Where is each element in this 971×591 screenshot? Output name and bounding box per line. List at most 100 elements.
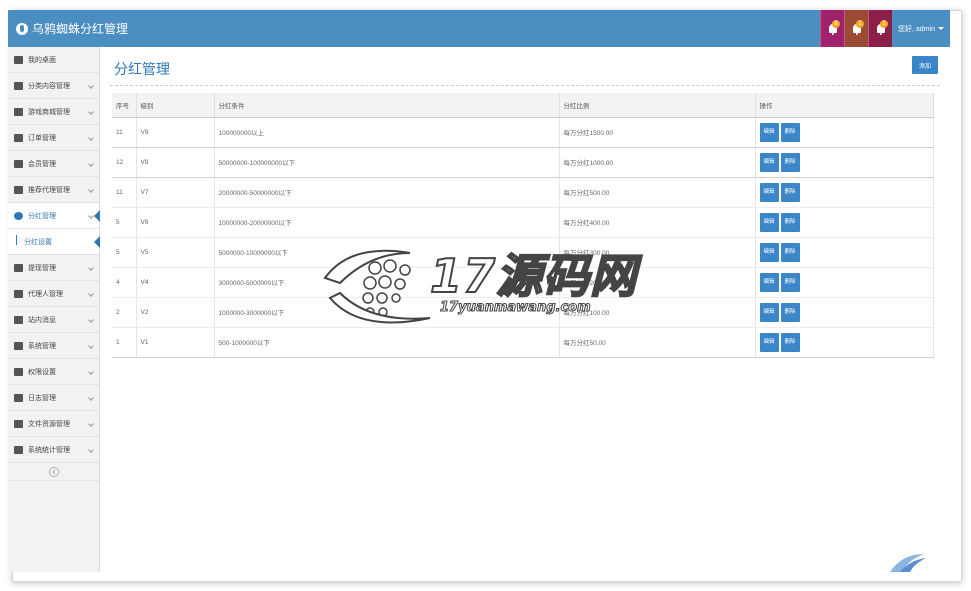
app-title: 乌鸦蜘蛛分红管理 xyxy=(32,22,129,36)
delete-button[interactable]: 删除 xyxy=(780,122,800,142)
sidebar-item-proxy[interactable]: 代理人管理 xyxy=(8,281,99,307)
table-row: 11 V7 20000000-50000000以下 每万分红500.00 编辑删… xyxy=(112,177,934,208)
file-icon xyxy=(14,419,23,428)
sidebar-item-files[interactable]: 文件资源管理 xyxy=(8,411,99,437)
cell-id: 12 xyxy=(112,147,137,178)
chevron-down-icon xyxy=(88,317,94,323)
edit-button[interactable]: 编辑 xyxy=(759,212,779,232)
sidebar-item-logs[interactable]: 日志管理 xyxy=(8,385,99,411)
edit-button[interactable]: 编辑 xyxy=(759,302,779,322)
sidebar-item-withdraw[interactable]: 提现管理 xyxy=(8,255,99,281)
logo-icon xyxy=(16,22,28,35)
globe-icon xyxy=(14,211,23,220)
sidebar-item-category[interactable]: 分类内容管理 xyxy=(8,73,99,99)
delete-button[interactable]: 删除 xyxy=(780,212,800,232)
gamepad-icon xyxy=(14,107,23,116)
sidebar-item-label: 站内消息 xyxy=(28,316,56,324)
sidebar-item-label: 订单管理 xyxy=(28,134,56,142)
cell-actions: 编辑 删除 xyxy=(755,237,934,268)
clock-icon xyxy=(14,263,23,272)
sidebar-item-label: 分红管理 xyxy=(28,212,56,220)
table-header-row: 序号 级别 分红条件 分红比例 操作 xyxy=(112,93,934,118)
cell-id: 4 xyxy=(112,267,137,298)
delete-button[interactable]: 删除 xyxy=(780,332,800,352)
cell-id: 11 xyxy=(112,117,137,148)
cell-actions: 编辑 删除 xyxy=(755,177,934,208)
edit-button[interactable]: 编辑 xyxy=(759,242,779,262)
sidebar-item-system[interactable]: 系统管理 xyxy=(8,333,99,359)
edit-button[interactable]: 编辑 xyxy=(759,332,779,352)
delete-button[interactable]: 删除 xyxy=(780,302,800,322)
edit-button[interactable]: 编辑 xyxy=(759,122,779,142)
cell-id: 11 xyxy=(112,177,137,208)
table-row: 2 V2 1000000-3000000以下 每万分红100.00 编辑 删除 xyxy=(112,297,934,328)
sidebar-subitem-dividend-settings[interactable]: 分红设置 xyxy=(8,229,100,255)
cell-level: V7 xyxy=(136,177,215,208)
user-menu[interactable]: 您好, admin xyxy=(892,10,950,47)
delete-button[interactable]: 删除 xyxy=(780,272,800,292)
chevron-down-icon xyxy=(88,109,94,115)
notification-button-2[interactable]: 1 xyxy=(844,10,868,47)
sidebar-item-dividends[interactable]: 分红管理 xyxy=(8,203,100,229)
envelope-icon xyxy=(14,315,23,324)
settings-icon xyxy=(14,367,23,376)
sidebar-item-statistics[interactable]: 系统统计管理 xyxy=(8,437,99,463)
brand[interactable]: 乌鸦蜘蛛分红管理 xyxy=(16,20,128,37)
sidebar-item-label: 系统管理 xyxy=(28,342,56,350)
sidebar-item-game-store[interactable]: 游戏商城管理 xyxy=(8,99,99,125)
cell-ratio: 每万分红200.00 xyxy=(559,267,756,298)
column-header: 分红条件 xyxy=(214,93,560,118)
chevron-down-icon xyxy=(88,135,94,141)
cell-actions: 编辑 删除 xyxy=(755,117,934,148)
table-row: 5 V5 5000000-10000000以下 每万分红300.00 编辑 删除 xyxy=(112,237,934,268)
cell-actions: 编辑 删除 xyxy=(755,267,934,298)
cell-actions: 编辑 删除 xyxy=(755,297,934,328)
cell-level: V4 xyxy=(136,267,215,298)
sidebar-item-permissions[interactable]: 权限设置 xyxy=(8,359,99,385)
sidebar-item-messages[interactable]: 站内消息 xyxy=(8,307,99,333)
sidebar-item-label: 会员管理 xyxy=(28,160,56,168)
chevron-down-icon xyxy=(88,447,94,453)
edit-button[interactable]: 编辑 xyxy=(759,272,779,292)
cell-id: 1 xyxy=(112,327,137,358)
chevron-down-icon xyxy=(88,187,94,193)
chevron-down-icon xyxy=(88,369,94,375)
column-header: 分红比例 xyxy=(559,93,756,118)
cell-level: V6 xyxy=(136,207,215,238)
sidebar-item-label: 提现管理 xyxy=(28,264,56,272)
chevron-down-icon xyxy=(88,395,94,401)
notification-button-3[interactable]: 1 xyxy=(868,10,892,47)
cell-actions: 编辑 删除 xyxy=(755,147,934,178)
user-icon xyxy=(14,159,23,168)
cell-id: 2 xyxy=(112,297,137,328)
edit-button[interactable]: 编辑 xyxy=(759,152,779,172)
delete-button[interactable]: 删除 xyxy=(780,242,800,262)
add-button[interactable]: 添加 xyxy=(912,56,938,74)
sidebar-collapse-toggle[interactable] xyxy=(8,463,99,481)
cell-condition: 500-1000000以下 xyxy=(214,327,560,358)
sidebar-item-orders[interactable]: 订单管理 xyxy=(8,125,99,151)
monitor-icon xyxy=(14,341,23,350)
chevron-down-icon xyxy=(88,161,94,167)
cell-level: V2 xyxy=(136,297,215,328)
sidebar-item-members[interactable]: 会员管理 xyxy=(8,151,99,177)
cell-actions: 编辑 删除 xyxy=(755,207,934,238)
edit-button[interactable]: 编辑 xyxy=(759,182,779,202)
delete-button[interactable]: 删除 xyxy=(780,182,800,202)
corner-logo-icon xyxy=(890,554,926,572)
table-row: 12 V8 50000000-100000000以下 每万分红1000.00 编… xyxy=(112,147,934,178)
cell-ratio: 每万分红300.00 xyxy=(559,237,756,268)
notification-button-1[interactable]: 8 xyxy=(820,10,844,47)
group-icon xyxy=(14,445,23,454)
yen-icon xyxy=(14,133,23,142)
cell-condition: 100000000以上 xyxy=(214,117,560,148)
cell-id: 5 xyxy=(112,207,137,238)
sidebar: 我的桌面 分类内容管理 游戏商城管理 订单管理 会员管理 推荐代理管理 分红管理… xyxy=(8,47,100,572)
sidebar-item-agents[interactable]: 推荐代理管理 xyxy=(8,177,99,203)
cell-ratio: 每万分红400.00 xyxy=(559,207,756,238)
column-header: 操作 xyxy=(755,93,934,118)
nav-right: 8 1 1 您好, admin xyxy=(820,10,950,47)
sidebar-item-desktop[interactable]: 我的桌面 xyxy=(8,47,99,73)
delete-button[interactable]: 删除 xyxy=(780,152,800,172)
cell-id: 5 xyxy=(112,237,137,268)
